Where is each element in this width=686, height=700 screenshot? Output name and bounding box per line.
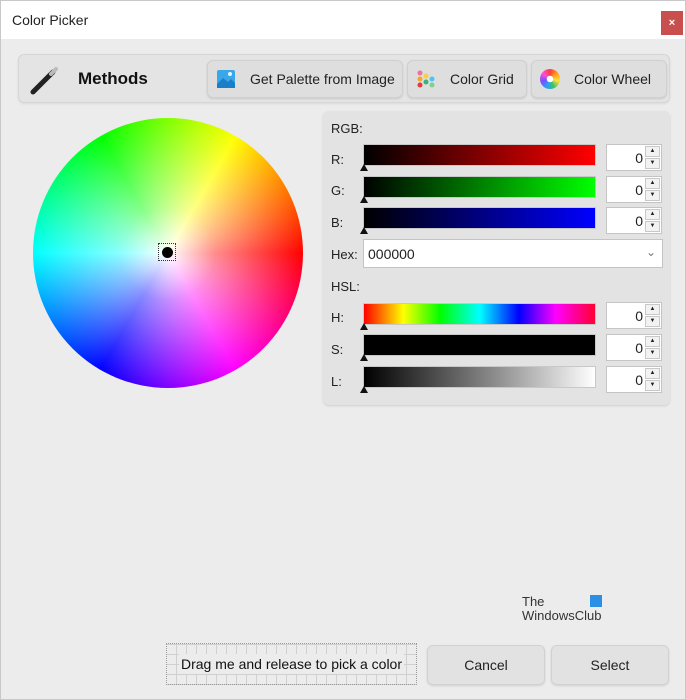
get-palette-from-image-label: Get Palette from Image <box>250 71 395 87</box>
watermark-logo-icon <box>590 595 602 607</box>
saturation-label: S: <box>331 342 344 357</box>
close-button[interactable]: × <box>661 11 683 35</box>
red-increment-button[interactable]: ▲ <box>645 146 660 157</box>
window-title: Color Picker <box>12 12 89 28</box>
hue-increment-button[interactable]: ▲ <box>645 304 660 315</box>
chevron-down-icon[interactable]: ⌄ <box>646 245 656 259</box>
green-decrement-button[interactable]: ▼ <box>645 190 660 201</box>
blue-slider[interactable] <box>360 207 596 234</box>
blue-slider-thumb[interactable] <box>360 227 368 234</box>
green-increment-button[interactable]: ▲ <box>645 178 660 189</box>
saturation-decrement-button[interactable]: ▼ <box>645 348 660 359</box>
selected-color-dot <box>161 246 173 258</box>
hsl-section-label: HSL: <box>331 279 360 294</box>
hue-value: 0 <box>635 308 643 324</box>
title-bar: Color Picker × <box>1 1 685 39</box>
green-label: G: <box>331 183 345 198</box>
hex-label: Hex: <box>331 247 358 262</box>
saturation-slider[interactable] <box>360 334 596 361</box>
hue-slider-thumb[interactable] <box>360 323 368 330</box>
saturation-value: 0 <box>635 340 643 356</box>
blue-value: 0 <box>635 213 643 229</box>
wheel-selection-marker[interactable] <box>158 243 176 261</box>
red-label: R: <box>331 152 344 167</box>
lightness-increment-button[interactable]: ▲ <box>645 368 660 379</box>
lightness-slider-thumb[interactable] <box>360 386 368 393</box>
rgb-section-label: RGB: <box>331 121 363 136</box>
hue-spinbox[interactable]: 0 ▲ ▼ <box>606 302 662 329</box>
hue-label: H: <box>331 310 344 325</box>
red-slider[interactable] <box>360 144 596 171</box>
color-values-panel: RGB: R: 0 ▲ ▼ G: 0 ▲ ▼ B: 0 ▲ ▼ Hex: 000000… <box>323 111 670 405</box>
color-wheel-icon <box>540 69 560 89</box>
image-icon <box>217 70 235 88</box>
watermark-line2: WindowsClub <box>522 608 602 623</box>
hex-input[interactable]: 000000 ⌄ <box>363 239 663 268</box>
color-wheel-button[interactable]: Color Wheel <box>531 60 667 98</box>
drag-to-pick-color[interactable]: Drag me and release to pick a color <box>166 643 417 685</box>
color-grid-icon <box>417 70 435 88</box>
color-picker-window: Color Picker × Methods Get Palette from … <box>0 0 686 700</box>
saturation-slider-thumb[interactable] <box>360 354 368 361</box>
get-palette-from-image-button[interactable]: Get Palette from Image <box>207 60 403 98</box>
saturation-spinbox[interactable]: 0 ▲ ▼ <box>606 334 662 361</box>
close-icon: × <box>668 17 676 29</box>
saturation-increment-button[interactable]: ▲ <box>645 336 660 347</box>
color-wheel-label: Color Wheel <box>574 71 652 87</box>
methods-toolbar: Methods Get Palette from Image Color Gri… <box>18 54 670 103</box>
hex-value: 000000 <box>368 246 415 262</box>
color-grid-label: Color Grid <box>450 71 514 87</box>
red-decrement-button[interactable]: ▼ <box>645 158 660 169</box>
green-value: 0 <box>635 182 643 198</box>
red-slider-thumb[interactable] <box>360 164 368 171</box>
cancel-label: Cancel <box>464 657 508 673</box>
select-label: Select <box>590 657 630 673</box>
blue-decrement-button[interactable]: ▼ <box>645 221 660 232</box>
blue-spinbox[interactable]: 0 ▲ ▼ <box>606 207 662 234</box>
eyedropper-icon <box>30 67 58 95</box>
lightness-spinbox[interactable]: 0 ▲ ▼ <box>606 366 662 393</box>
methods-label: Methods <box>78 69 148 88</box>
green-spinbox[interactable]: 0 ▲ ▼ <box>606 176 662 203</box>
green-slider[interactable] <box>360 176 596 203</box>
cancel-button[interactable]: Cancel <box>427 645 545 685</box>
red-spinbox[interactable]: 0 ▲ ▼ <box>606 144 662 171</box>
drag-to-pick-label: Drag me and release to pick a color <box>179 654 404 674</box>
lightness-value: 0 <box>635 372 643 388</box>
lightness-decrement-button[interactable]: ▼ <box>645 380 660 391</box>
lightness-label: L: <box>331 374 342 389</box>
blue-increment-button[interactable]: ▲ <box>645 209 660 220</box>
hue-slider[interactable] <box>360 303 596 330</box>
hue-decrement-button[interactable]: ▼ <box>645 316 660 327</box>
green-slider-thumb[interactable] <box>360 196 368 203</box>
lightness-slider[interactable] <box>360 366 596 393</box>
color-grid-button[interactable]: Color Grid <box>407 60 527 98</box>
select-button[interactable]: Select <box>551 645 669 685</box>
blue-label: B: <box>331 215 344 230</box>
red-value: 0 <box>635 150 643 166</box>
